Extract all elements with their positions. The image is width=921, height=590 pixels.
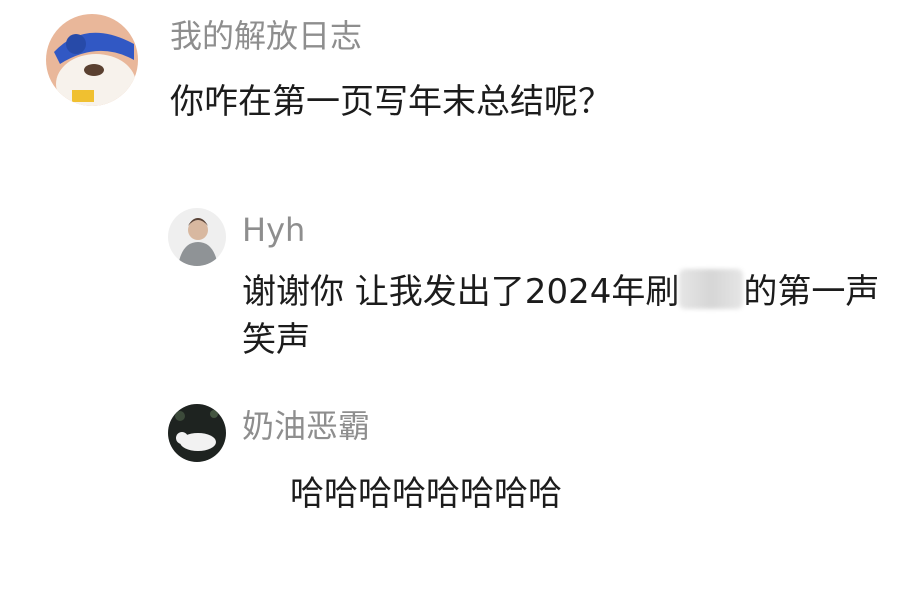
white-cat-avatar-icon[interactable] [168,404,226,462]
reply-text-part: 谢谢你 让我发出了2024年刷 [242,272,680,312]
comment-username[interactable]: 我的解放日志 [170,16,362,56]
redacted-blur [679,269,744,309]
reply-text: 哈哈哈哈哈哈哈哈 [290,474,562,514]
person-avatar-icon[interactable] [168,208,226,266]
cartoon-hamster-avatar-icon[interactable] [46,14,138,106]
reply-username[interactable]: Hyh [242,210,305,250]
comment-text: 你咋在第一页写年末总结呢？ [170,82,612,122]
reply-text: 谢谢你 让我发出了2024年刷 的第一声笑声 [242,268,912,364]
reply-username[interactable]: 奶油恶霸 [242,406,370,446]
